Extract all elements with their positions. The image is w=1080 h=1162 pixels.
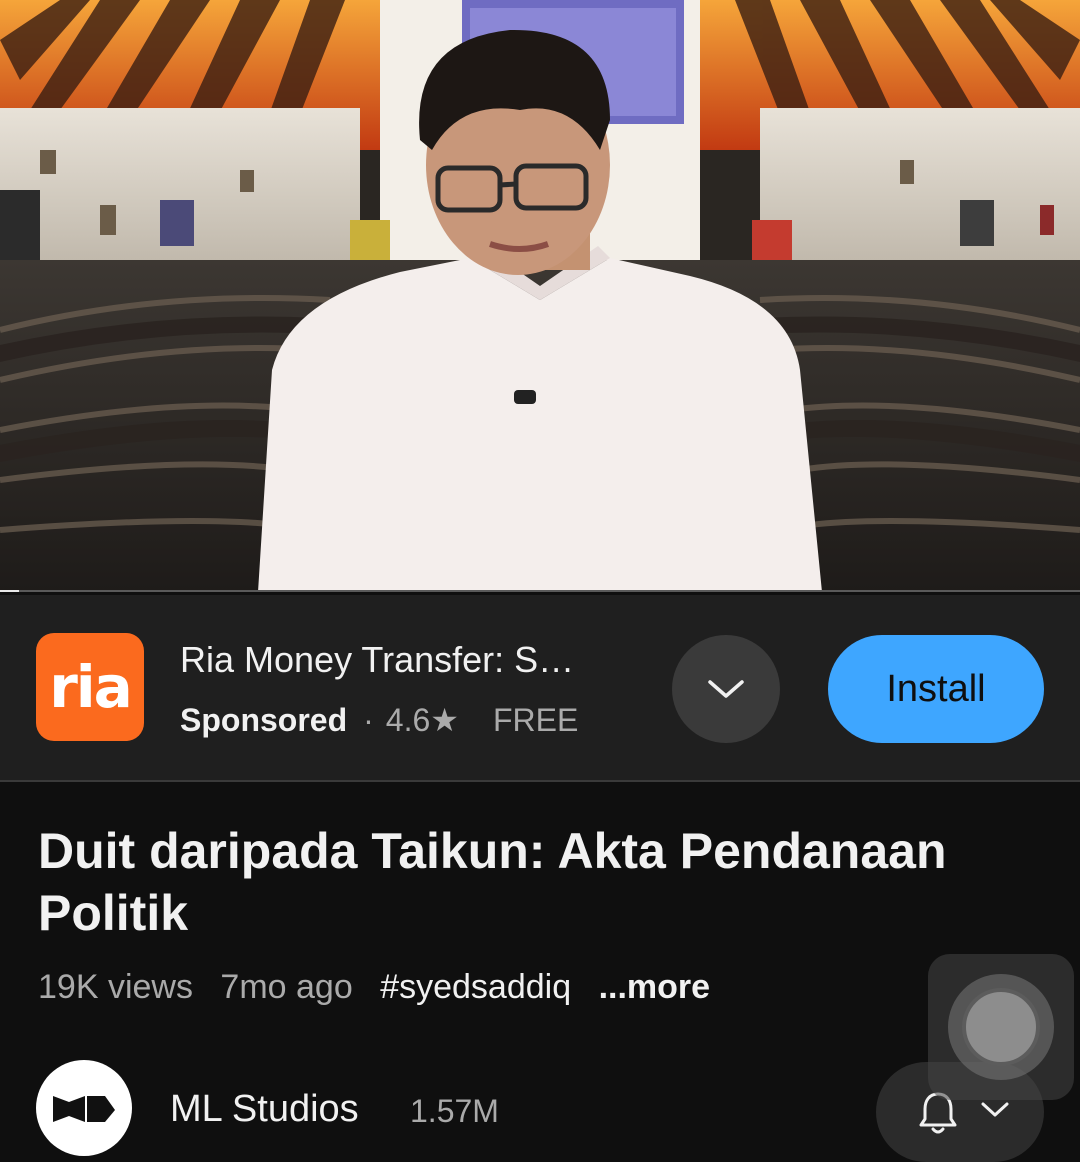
- sponsored-label: Sponsored: [180, 701, 348, 738]
- progress-fill: [0, 590, 20, 592]
- video-title[interactable]: Duit daripada Taikun: Akta Pendanaan Pol…: [38, 820, 1038, 944]
- more-link[interactable]: ...more: [599, 968, 710, 1006]
- video-meta[interactable]: 19K views 7mo ago #syedsaddiq ...more: [38, 968, 728, 1007]
- ad-title[interactable]: Ria Money Transfer: S…: [180, 639, 640, 681]
- channel-avatar[interactable]: [36, 1060, 132, 1156]
- assistive-touch-button[interactable]: [928, 954, 1074, 1100]
- assistive-touch-core: [962, 988, 1040, 1066]
- assistive-touch-ring: [948, 974, 1054, 1080]
- ad-meta: Sponsored · 4.6★ FREE: [180, 701, 578, 739]
- channel-logo-icon: [53, 1096, 115, 1122]
- ad-price: FREE: [492, 701, 579, 738]
- ad-banner[interactable]: ria Ria Money Transfer: S… Sponsored · 4…: [0, 595, 1080, 782]
- chevron-down-icon: [708, 680, 744, 698]
- ad-app-logo: ria: [36, 633, 144, 741]
- meta-separator: ·: [363, 701, 374, 738]
- chevron-down-icon: [981, 1102, 1009, 1117]
- upload-age: 7mo ago: [220, 968, 353, 1006]
- channel-name[interactable]: ML Studios: [170, 1088, 359, 1131]
- subscriber-count: 1.57M: [410, 1093, 499, 1129]
- video-player[interactable]: [0, 0, 1080, 592]
- hashtag-link[interactable]: #syedsaddiq: [380, 968, 571, 1006]
- progress-bar[interactable]: [0, 590, 1080, 592]
- ad-rating: 4.6★: [385, 702, 459, 738]
- video-frame: [0, 0, 1080, 592]
- view-count: 19K views: [38, 968, 193, 1006]
- ad-expand-button[interactable]: [672, 635, 780, 743]
- install-button[interactable]: Install: [828, 635, 1044, 743]
